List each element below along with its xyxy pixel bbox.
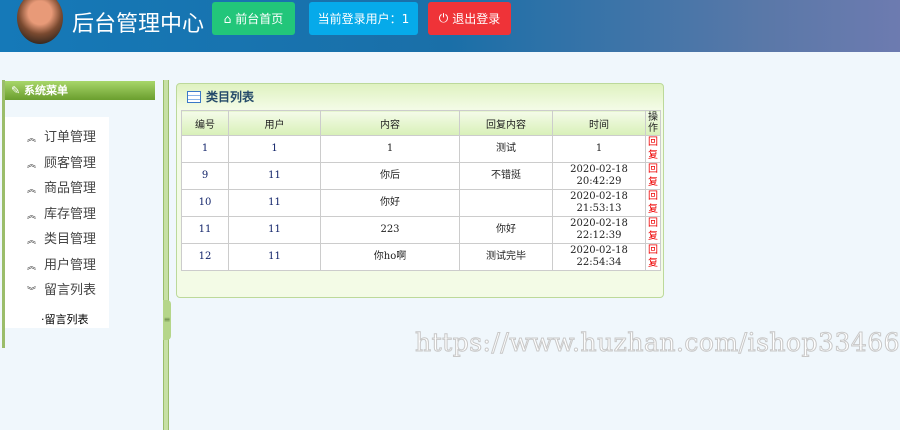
app-title: 后台管理中心 <box>72 12 205 37</box>
cell-content: 223 <box>320 216 460 244</box>
sidebar-item-label: 库存管理 <box>44 206 97 222</box>
sidebar-item[interactable]: ︽ 库存管理 <box>27 203 96 222</box>
chevron-double-up-icon: ︽ <box>27 159 37 170</box>
cell-id: 1 <box>181 135 229 163</box>
column-header: 时间 <box>552 110 646 136</box>
reply-link[interactable]: 回复 <box>645 189 661 217</box>
home-label: 前台首页 <box>235 12 284 26</box>
cell-content: 你ho啊 <box>320 243 460 271</box>
panel-title: 类目列表 <box>206 90 255 104</box>
cell-content: 你好 <box>320 189 460 217</box>
cell-user: 11 <box>228 189 321 217</box>
avatar <box>17 0 63 44</box>
current-user-button[interactable]: 当前登录用户：1 <box>309 2 418 35</box>
sidebar-item-label: 类目管理 <box>44 232 97 247</box>
date: 2020-02-18 <box>570 191 628 202</box>
sidebar-menu: ︽ 订单管理 ︽ 顾客管理 ︽ 商品管理 ︽ 库存管理 ︽ 类目管理 ︽ 用户管理 ︾ 留言列表 ·留言列表 <box>5 117 109 328</box>
sidebar-subitem[interactable]: ·留言列表 <box>41 311 89 327</box>
sidebar-item-label: 订单管理 <box>44 130 97 145</box>
logout-label: 退出登录 <box>452 12 501 26</box>
chevron-double-down-icon: ︾ <box>27 287 37 297</box>
home-button[interactable]: ⌂ 前台首页 <box>212 2 295 35</box>
column-header: 编号 <box>181 110 229 136</box>
sidebar-title: 系统菜单 <box>24 84 69 97</box>
sidebar-item[interactable]: ︽ 订单管理 <box>27 126 96 145</box>
column-header: 内容 <box>320 110 460 136</box>
watermark: https://www.huzhan.com/ishop33466 <box>414 328 900 358</box>
time: 20:42:29 <box>576 176 622 187</box>
home-icon: ⌂ <box>223 11 232 26</box>
edit-icon: ✎ <box>11 84 25 97</box>
cell-content: 你后 <box>320 162 460 190</box>
chevron-double-up-icon: ︽ <box>27 185 37 195</box>
cell-time: 2020-02-18 20:42:29 <box>552 162 646 190</box>
cell-user: 11 <box>228 162 321 190</box>
chevron-double-up-icon: ︽ <box>27 134 37 144</box>
cell-time: 1 <box>552 135 646 163</box>
date: 2020-02-18 <box>570 245 628 256</box>
sidebar-item[interactable]: ︽ 商品管理 <box>27 177 96 196</box>
power-icon: ⏻ <box>438 11 449 25</box>
logout-button[interactable]: ⏻ 退出登录 <box>428 2 511 35</box>
sidebar-item-label: 留言列表 <box>44 283 97 298</box>
table-icon <box>187 90 201 103</box>
column-header: 回复内容 <box>459 110 553 136</box>
chevron-double-up-icon: ︽ <box>27 261 37 272</box>
reply-link[interactable]: 回复 <box>645 243 661 271</box>
cell-time: 2020-02-18 21:53:13 <box>552 189 646 217</box>
chevron-double-up-icon: ︽ <box>27 210 37 221</box>
sidebar-item[interactable]: ︽ 顾客管理 <box>27 152 96 171</box>
cell-reply: 不错挺 <box>459 162 553 190</box>
sidebar-item[interactable]: ︾ 留言列表 <box>27 279 96 298</box>
date: 1 <box>595 143 603 154</box>
table-row: 11 11 223 你好 2020-02-18 22:12:39 回复 <box>181 216 661 244</box>
chevron-double-up-icon: ︽ <box>27 236 37 246</box>
cell-reply: 测试完毕 <box>459 243 553 271</box>
message-table: 编号 用户 内容 回复内容 时间 操作 1 1 1 测试 1 回复 9 11 你后 不错挺 2020-02-1… <box>181 110 661 271</box>
cell-reply: 你好 <box>459 216 553 244</box>
sidebar-item[interactable]: ︽ 用户管理 <box>27 254 96 273</box>
cell-id: 9 <box>181 162 229 190</box>
reply-link[interactable]: 回复 <box>645 135 661 163</box>
time: 21:53:13 <box>576 203 622 214</box>
table-row: 9 11 你后 不错挺 2020-02-18 20:42:29 回复 <box>181 162 661 190</box>
table-row: 1 1 1 测试 1 回复 <box>181 135 661 163</box>
cell-id: 12 <box>181 243 229 271</box>
panel-header: 类目列表 <box>187 88 254 105</box>
column-header: 用户 <box>228 110 321 136</box>
cell-id: 11 <box>181 216 229 244</box>
sidebar-item-label: 顾客管理 <box>44 155 97 171</box>
cell-id: 10 <box>181 189 229 217</box>
sidebar-header: ✎ 系统菜单 <box>5 81 155 100</box>
cell-time: 2020-02-18 22:12:39 <box>552 216 646 244</box>
sidebar-item-label: 商品管理 <box>44 181 97 196</box>
header: 后台管理中心 ⌂ 前台首页 当前登录用户：1 ⏻ 退出登录 <box>0 0 900 52</box>
time: 22:12:39 <box>576 230 622 241</box>
splitter[interactable] <box>163 80 169 430</box>
column-header: 操作 <box>645 110 661 136</box>
splitter-handle[interactable]: ≡ <box>163 300 171 340</box>
category-list-panel: 类目列表 编号 用户 内容 回复内容 时间 操作 1 1 1 测试 1 回复 9 11 你后 不错挺 2020… <box>176 83 664 298</box>
sidebar-item-label: 用户管理 <box>44 257 97 273</box>
cell-time: 2020-02-18 22:54:34 <box>552 243 646 271</box>
cell-reply <box>459 189 553 217</box>
reply-link[interactable]: 回复 <box>645 216 661 244</box>
cell-user: 1 <box>228 135 321 163</box>
sidebar-item[interactable]: ︽ 类目管理 <box>27 228 96 247</box>
cell-user: 11 <box>228 216 321 244</box>
table-row: 10 11 你好 2020-02-18 21:53:13 回复 <box>181 189 661 217</box>
date: 2020-02-18 <box>570 218 628 229</box>
table-row: 12 11 你ho啊 测试完毕 2020-02-18 22:54:34 回复 <box>181 243 661 271</box>
time: 22:54:34 <box>576 257 622 268</box>
date: 2020-02-18 <box>570 164 628 175</box>
cell-content: 1 <box>320 135 460 163</box>
reply-link[interactable]: 回复 <box>645 162 661 190</box>
cell-reply: 测试 <box>459 135 553 163</box>
cell-user: 11 <box>228 243 321 271</box>
